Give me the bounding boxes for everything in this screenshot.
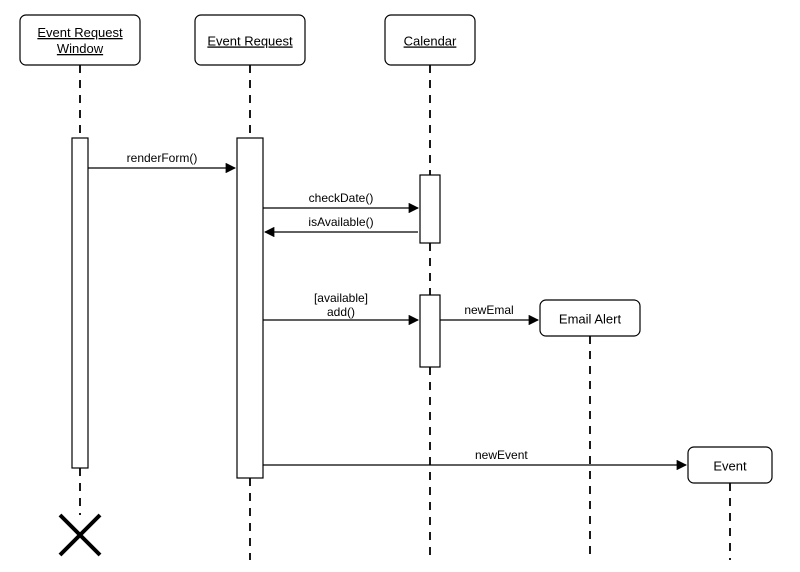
lifeline-label: Calendar <box>404 33 457 48</box>
object-label: Email Alert <box>559 311 622 326</box>
svg-text:Window: Window <box>57 41 104 56</box>
lifeline-label: Window <box>57 41 104 56</box>
message-renderform: renderForm() <box>88 151 235 168</box>
message-add: [available] add() <box>263 291 418 320</box>
lifeline-event-request-window: Event Request Window <box>20 15 140 555</box>
lifeline-label: Event Request <box>207 33 293 48</box>
message-isavailable: isAvailable() <box>265 215 418 232</box>
sequence-diagram: Event Request Window Event Request Calen… <box>0 0 800 572</box>
object-email-alert: Email Alert <box>540 300 640 560</box>
lifeline-label: Event Request <box>37 25 123 40</box>
message-label: newEmal <box>464 303 513 317</box>
destruction-x-icon <box>60 515 100 555</box>
message-label: checkDate() <box>309 191 374 205</box>
message-guard: [available] <box>314 291 368 305</box>
message-label: renderForm() <box>127 151 198 165</box>
message-label: newEvent <box>475 448 528 462</box>
object-label: Event <box>713 458 747 473</box>
lifeline-calendar: Calendar <box>385 15 475 560</box>
lifeline-event-request: Event Request <box>195 15 305 560</box>
svg-text:Event Request: Event Request <box>37 25 123 40</box>
message-label: isAvailable() <box>308 215 373 229</box>
message-checkdate: checkDate() <box>263 191 418 208</box>
message-newevent: newEvent <box>263 448 686 465</box>
object-event: Event <box>688 447 772 560</box>
message-label: add() <box>327 305 355 319</box>
message-newemal: newEmal <box>440 303 538 320</box>
